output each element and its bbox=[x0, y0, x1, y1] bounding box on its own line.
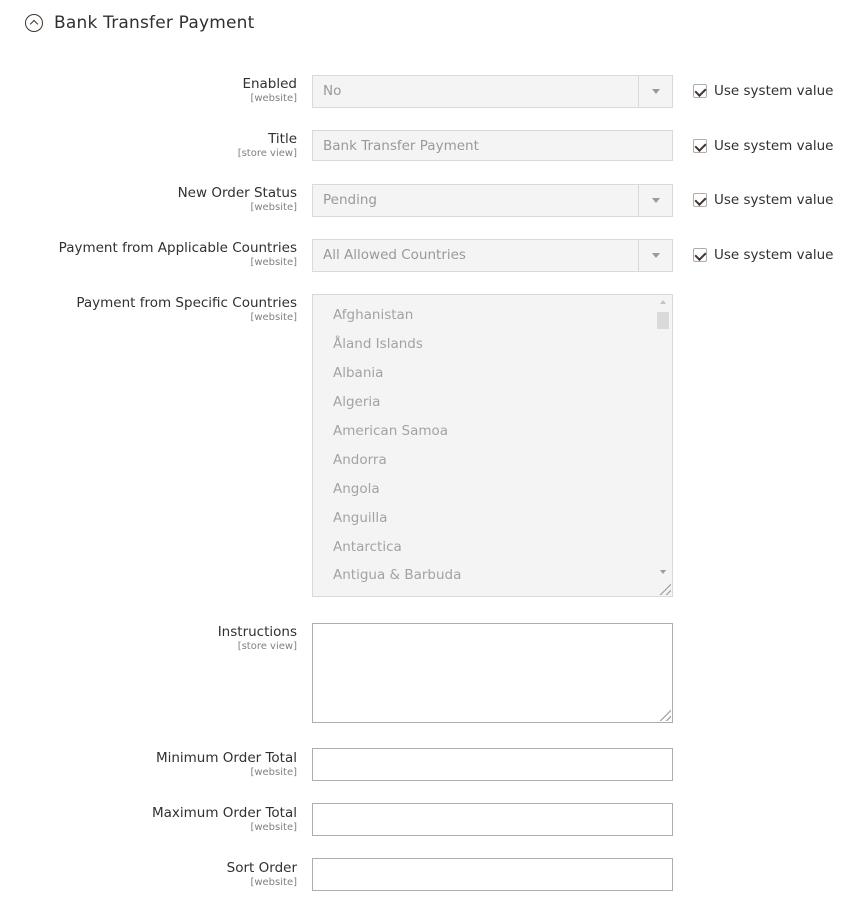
field-scope: [website] bbox=[250, 312, 297, 323]
use-system-value-checkbox[interactable]: Use system value bbox=[693, 192, 833, 208]
country-option[interactable]: American Samoa bbox=[333, 417, 448, 446]
scroll-down-arrow-icon[interactable] bbox=[660, 570, 666, 574]
country-option[interactable]: Anguilla bbox=[333, 504, 387, 533]
field-label: New Order Status bbox=[177, 185, 297, 201]
use-system-value-checkbox[interactable]: Use system value bbox=[693, 247, 833, 263]
field-scope: [website] bbox=[250, 257, 297, 268]
select-value: All Allowed Countries bbox=[323, 247, 466, 263]
country-option[interactable]: Algeria bbox=[333, 388, 380, 417]
country-option[interactable]: Angola bbox=[333, 475, 380, 504]
scrollbar-thumb[interactable] bbox=[657, 312, 669, 329]
field-scope: [store view] bbox=[237, 148, 297, 159]
country-option[interactable]: Antarctica bbox=[333, 533, 402, 562]
country-option[interactable]: Åland Islands bbox=[333, 330, 423, 359]
chevron-down-icon bbox=[638, 240, 672, 271]
enabled-select[interactable]: No bbox=[312, 75, 673, 108]
checkbox-checked-icon[interactable] bbox=[693, 193, 707, 207]
field-label: Title bbox=[268, 131, 297, 147]
checkbox-checked-icon[interactable] bbox=[693, 248, 707, 262]
resize-grip-icon[interactable] bbox=[658, 582, 671, 595]
country-option[interactable]: Afghanistan bbox=[333, 301, 413, 330]
use-system-value-label: Use system value bbox=[714, 138, 834, 154]
specific-countries-multiselect[interactable]: Afghanistan Åland Islands Albania Algeri… bbox=[312, 294, 673, 597]
field-scope: [store view] bbox=[237, 641, 297, 652]
sort-order-input[interactable] bbox=[312, 858, 673, 891]
scroll-up-arrow-icon[interactable] bbox=[660, 300, 666, 304]
country-option[interactable]: Andorra bbox=[333, 446, 387, 475]
field-scope: [website] bbox=[250, 767, 297, 778]
input-value: Bank Transfer Payment bbox=[323, 138, 479, 154]
field-label: Instructions bbox=[217, 624, 297, 640]
select-value: Pending bbox=[323, 192, 377, 208]
field-label: Sort Order bbox=[226, 860, 297, 876]
chevron-down-icon bbox=[638, 185, 672, 216]
use-system-value-checkbox[interactable]: Use system value bbox=[693, 83, 833, 99]
title-input[interactable]: Bank Transfer Payment bbox=[312, 130, 673, 161]
country-option[interactable]: Albania bbox=[333, 359, 383, 388]
field-scope: [website] bbox=[250, 93, 297, 104]
checkbox-checked-icon[interactable] bbox=[693, 84, 707, 98]
field-scope: [website] bbox=[250, 202, 297, 213]
country-option[interactable]: Antigua & Barbuda bbox=[333, 561, 461, 590]
section-header-bank-transfer[interactable]: Bank Transfer Payment bbox=[25, 10, 255, 36]
resize-grip-icon[interactable] bbox=[658, 708, 671, 721]
field-label: Payment from Applicable Countries bbox=[58, 240, 297, 256]
field-scope: [website] bbox=[250, 877, 297, 888]
applicable-countries-select[interactable]: All Allowed Countries bbox=[312, 239, 673, 272]
checkbox-checked-icon[interactable] bbox=[693, 139, 707, 153]
instructions-textarea[interactable] bbox=[312, 623, 673, 723]
chevron-down-icon bbox=[638, 76, 672, 107]
use-system-value-label: Use system value bbox=[714, 192, 834, 208]
max-order-total-input[interactable] bbox=[312, 803, 673, 836]
use-system-value-label: Use system value bbox=[714, 83, 834, 99]
use-system-value-checkbox[interactable]: Use system value bbox=[693, 138, 833, 154]
field-scope: [website] bbox=[250, 822, 297, 833]
section-title: Bank Transfer Payment bbox=[54, 13, 255, 33]
use-system-value-label: Use system value bbox=[714, 247, 834, 263]
scrollbar[interactable] bbox=[655, 295, 672, 582]
select-value: No bbox=[323, 83, 342, 99]
field-label: Payment from Specific Countries bbox=[76, 295, 297, 311]
new-order-status-select[interactable]: Pending bbox=[312, 184, 673, 217]
min-order-total-input[interactable] bbox=[312, 748, 673, 781]
field-label: Maximum Order Total bbox=[152, 805, 297, 821]
field-label: Minimum Order Total bbox=[155, 750, 297, 766]
collapse-icon[interactable] bbox=[25, 14, 43, 32]
field-label: Enabled bbox=[242, 76, 297, 92]
